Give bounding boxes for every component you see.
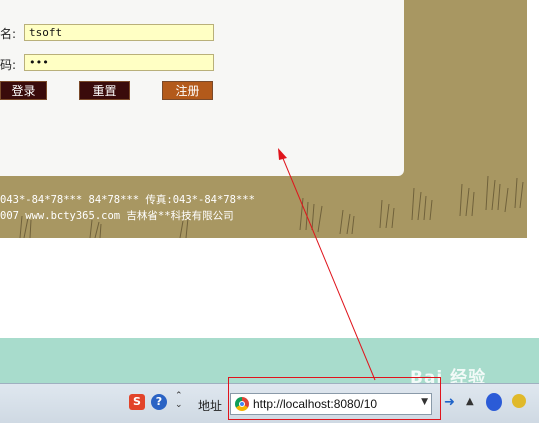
- footer-contact: 043*-84*78*** 84*78*** 传真:043*-84*78***: [0, 194, 255, 206]
- password-label: 码:: [0, 58, 17, 72]
- login-card: 名: 码: ••• 登录 重置 注册: [0, 0, 404, 176]
- footer-copyright: 007 www.bcty365.com 吉林省**科技有限公司: [0, 210, 234, 222]
- page-margin: [527, 0, 539, 238]
- taskbar: S ? ⌃ ⌄ 地址 http://localhost:8080/10 ▼ ➜ ▲: [0, 383, 539, 423]
- address-url[interactable]: http://localhost:8080/10: [253, 397, 377, 411]
- reset-button[interactable]: 重置: [79, 81, 130, 100]
- username-input[interactable]: [24, 24, 214, 41]
- username-label: 名:: [0, 27, 17, 41]
- tray-app-icon[interactable]: [512, 394, 526, 408]
- login-button[interactable]: 登录: [0, 81, 47, 100]
- sogou-icon[interactable]: S: [129, 394, 145, 410]
- address-bar[interactable]: http://localhost:8080/10 ▼: [230, 393, 432, 415]
- dropdown-arrow-icon[interactable]: ▼: [421, 397, 428, 407]
- tray-chevron-icon[interactable]: ⌃ ⌄: [175, 392, 183, 410]
- chrome-icon: [235, 397, 249, 411]
- register-button[interactable]: 注册: [162, 81, 213, 100]
- tray-expand-icon[interactable]: ▲: [466, 396, 474, 407]
- go-arrow-icon[interactable]: ➜: [444, 395, 455, 410]
- address-label: 地址: [198, 399, 223, 413]
- password-input[interactable]: •••: [24, 54, 214, 71]
- qq-penguin-icon[interactable]: [486, 393, 502, 411]
- help-icon[interactable]: ?: [151, 394, 167, 410]
